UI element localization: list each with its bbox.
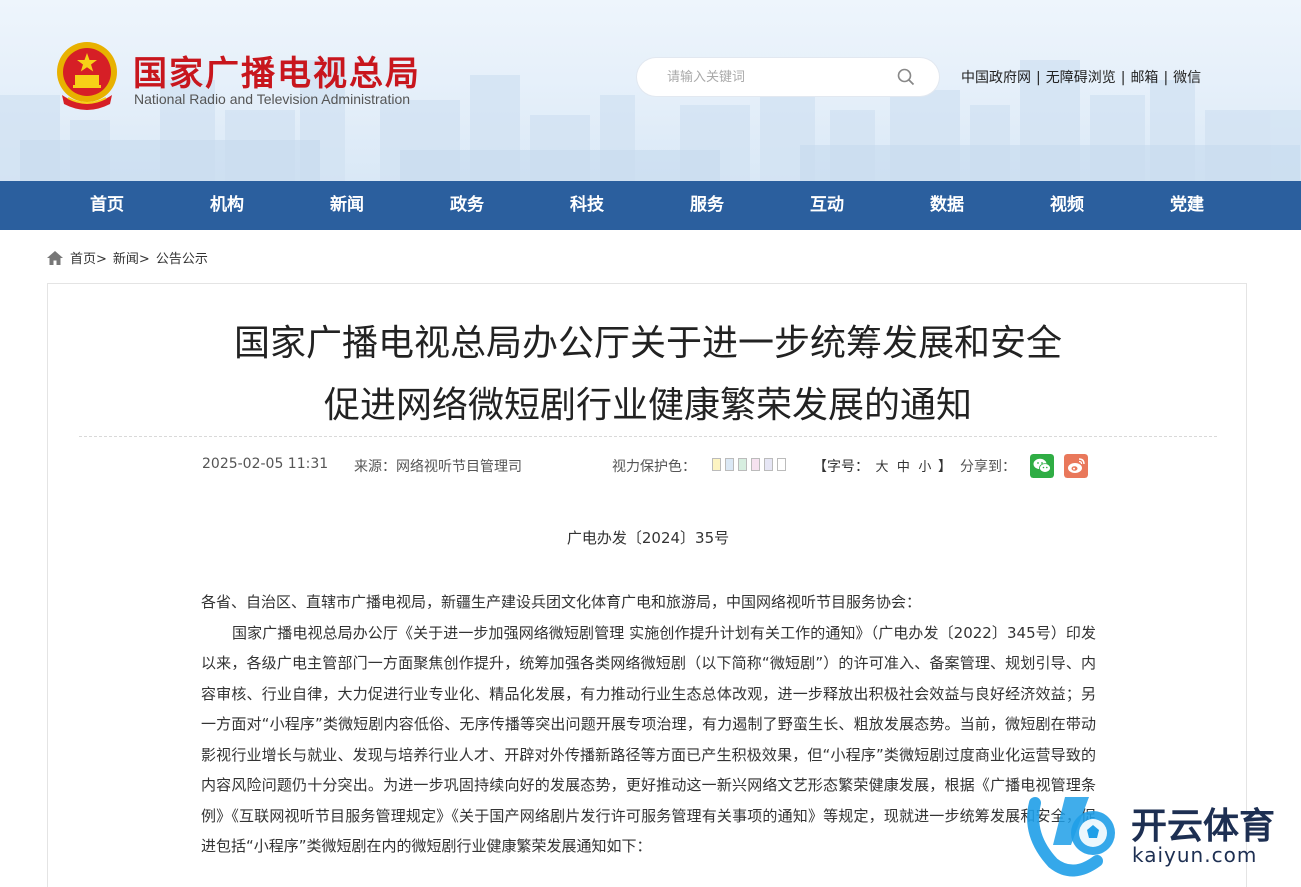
eye-care-swatch-blue[interactable] bbox=[725, 458, 734, 471]
eye-care-swatch-lavender[interactable] bbox=[764, 458, 773, 471]
weibo-share-icon[interactable] bbox=[1064, 454, 1088, 478]
watermark-brand-cn: 开云体育 bbox=[1131, 806, 1276, 847]
nav-item-data[interactable]: 数据 bbox=[887, 181, 1007, 230]
article-body: 各省、自治区、直辖市广播电视局，新疆生产建设兵团文化体育广电和旅游局，中国网络视… bbox=[201, 587, 1096, 862]
nav-item-home[interactable]: 首页 bbox=[47, 181, 167, 230]
site-name-cn[interactable]: 国家广播电视总局 bbox=[133, 46, 421, 95]
font-size-control: 【字号： 大 中 小 】 bbox=[813, 456, 952, 476]
site-name-en: National Radio and Television Administra… bbox=[134, 91, 411, 107]
document-number: 广电办发〔2024〕35号 bbox=[566, 529, 730, 547]
breadcrumb-home[interactable]: 首页> bbox=[70, 248, 107, 267]
search-box bbox=[637, 58, 939, 96]
article-title-line2: 促进网络微短剧行业健康繁荣发展的通知 bbox=[323, 385, 972, 426]
eye-care-swatches bbox=[712, 458, 786, 471]
eye-care-swatch-yellow[interactable] bbox=[712, 458, 721, 471]
article-title-line1: 国家广播电视总局办公厅关于进一步统筹发展和安全 bbox=[233, 323, 1062, 364]
search-icon[interactable] bbox=[897, 68, 915, 86]
nav-item-services[interactable]: 服务 bbox=[647, 181, 767, 230]
article-paragraph: 国家广播电视总局办公厅《关于进一步加强网络微短剧管理 实施创作提升计划有关工作的… bbox=[201, 623, 1096, 856]
top-links: 中国政府网 | 无障碍浏览 | 邮箱 | 微信 bbox=[961, 70, 1202, 86]
home-icon bbox=[47, 250, 63, 265]
national-emblem-logo[interactable] bbox=[54, 40, 120, 110]
article-salutation: 各省、自治区、直辖市广播电视局，新疆生产建设兵团文化体育广电和旅游局，中国网络视… bbox=[201, 593, 922, 611]
nav-item-organization[interactable]: 机构 bbox=[167, 181, 287, 230]
link-gov-portal[interactable]: 中国政府网 bbox=[961, 70, 1031, 86]
eye-care-swatch-green[interactable] bbox=[738, 458, 747, 471]
link-accessibility[interactable]: 无障碍浏览 bbox=[1046, 70, 1116, 86]
breadcrumb: 首页> 新闻> 公告公示 bbox=[47, 248, 208, 267]
font-size-large[interactable]: 大 bbox=[875, 460, 888, 475]
nav-item-technology[interactable]: 科技 bbox=[527, 181, 647, 230]
site-header: 国家广播电视总局 National Radio and Television A… bbox=[0, 0, 1301, 181]
font-size-label-close: 】 bbox=[937, 459, 952, 475]
font-size-medium[interactable]: 中 bbox=[897, 460, 910, 475]
article-datetime: 2025-02-05 11:31 bbox=[202, 456, 329, 472]
main-nav: 首页 机构 新闻 政务 科技 服务 互动 数据 视频 党建 bbox=[0, 181, 1301, 230]
search-input[interactable] bbox=[667, 67, 887, 87]
share-label: 分享到： bbox=[960, 459, 1016, 475]
nav-item-video[interactable]: 视频 bbox=[1007, 181, 1127, 230]
breadcrumb-notices[interactable]: 公告公示 bbox=[156, 248, 208, 267]
link-wechat[interactable]: 微信 bbox=[1173, 70, 1201, 86]
nav-item-news[interactable]: 新闻 bbox=[287, 181, 407, 230]
nav-item-interaction[interactable]: 互动 bbox=[767, 181, 887, 230]
eye-care-label: 视力保护色： bbox=[612, 459, 696, 475]
watermark-brand-en: kaiyun.com bbox=[1132, 843, 1258, 867]
article-source: 来源：网络视听节目管理司 bbox=[354, 459, 522, 475]
link-mailbox[interactable]: 邮箱 bbox=[1130, 70, 1158, 86]
nav-item-party[interactable]: 党建 bbox=[1127, 181, 1247, 230]
nav-item-government-affairs[interactable]: 政务 bbox=[407, 181, 527, 230]
breadcrumb-news[interactable]: 新闻> bbox=[113, 248, 150, 267]
eye-care-swatch-white[interactable] bbox=[777, 458, 786, 471]
wechat-share-icon[interactable] bbox=[1030, 454, 1054, 478]
eye-care-swatch-pink[interactable] bbox=[751, 458, 760, 471]
font-size-small[interactable]: 小 bbox=[918, 460, 931, 475]
title-divider bbox=[79, 436, 1217, 437]
font-size-label-open: 【字号： bbox=[813, 459, 869, 475]
